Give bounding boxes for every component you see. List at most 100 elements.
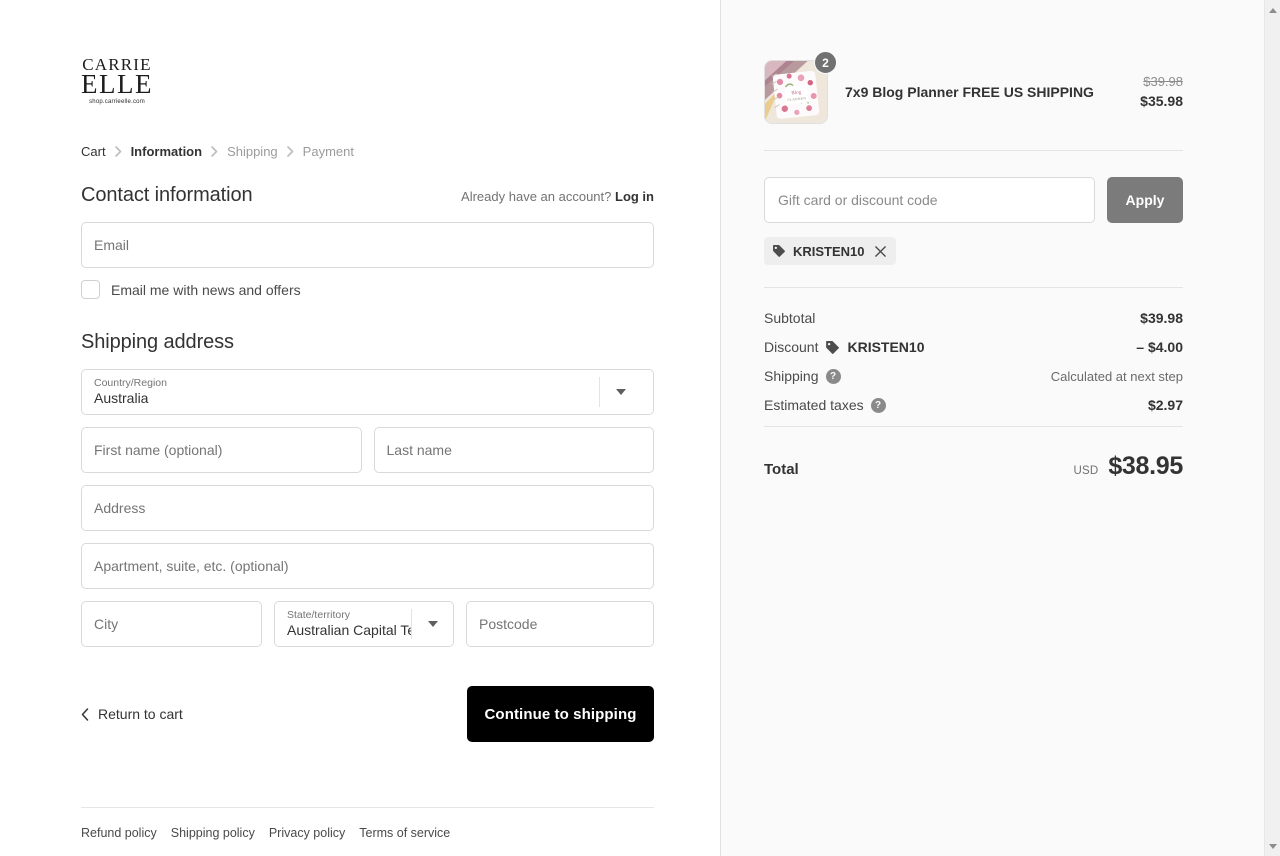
store-logo[interactable]: CARRIE ELLE shop.carrieelle.com: [81, 56, 654, 108]
line-item-discounted-price: $35.98: [1140, 93, 1183, 109]
grand-total-amount: $38.95: [1108, 452, 1183, 480]
newsletter-checkbox[interactable]: [81, 280, 100, 299]
shipping-label-group: Shipping ?: [764, 368, 841, 384]
applied-discount-chip: KRISTEN10: [764, 237, 896, 265]
chevron-down-icon[interactable]: [411, 609, 453, 639]
login-prompt-text: Already have an account?: [461, 189, 612, 204]
email-input[interactable]: [94, 237, 641, 253]
taxes-label-group: Estimated taxes ?: [764, 397, 886, 413]
discount-code-row: Apply: [764, 151, 1183, 223]
apply-discount-button[interactable]: Apply: [1107, 177, 1183, 223]
total-row-estimated-taxes: Estimated taxes ? $2.97: [764, 397, 1183, 413]
state-select-value: Australian Capital Territory: [287, 622, 411, 638]
city-state-postcode-row: State/territory Australian Capital Terri…: [81, 601, 654, 659]
form-actions: Return to cart Continue to shipping: [81, 686, 654, 742]
product-thumbnail-wrap: Blog PLANNER 2: [764, 51, 837, 124]
shipping-help-icon[interactable]: ?: [825, 368, 841, 384]
address-input[interactable]: [94, 500, 641, 516]
tag-icon: [772, 244, 786, 258]
last-name-input[interactable]: [386, 442, 641, 458]
contact-information-header: Contact information Already have an acco…: [81, 184, 654, 207]
subtotal-label: Subtotal: [764, 310, 816, 326]
footer-policy-links: Refund policy Shipping policy Privacy po…: [81, 807, 654, 840]
scrollbar-up-arrow-icon[interactable]: [1265, 2, 1280, 18]
page-scrollbar[interactable]: [1264, 0, 1280, 856]
last-name-field-wrap[interactable]: [373, 427, 654, 473]
city-input[interactable]: [94, 616, 249, 632]
return-to-cart-label: Return to cart: [98, 706, 183, 722]
scrollbar-thumb[interactable]: [1266, 18, 1280, 758]
city-field-wrap[interactable]: [81, 601, 262, 647]
first-name-field-wrap[interactable]: [81, 427, 362, 473]
order-summary-panel: Blog PLANNER 2 7x9 Blog Planner FREE US …: [720, 0, 1280, 856]
chevron-down-icon[interactable]: [599, 377, 641, 407]
footer-link-privacy-policy[interactable]: Privacy policy: [269, 826, 345, 840]
checkout-main-column: CARRIE ELLE shop.carrieelle.com Cart Inf…: [0, 0, 720, 856]
taxes-help-icon[interactable]: ?: [870, 397, 886, 413]
footer-link-shipping-policy[interactable]: Shipping policy: [171, 826, 255, 840]
shipping-address-header: Shipping address: [81, 331, 654, 354]
first-name-input[interactable]: [94, 442, 349, 458]
breadcrumb-item-payment: Payment: [302, 143, 354, 159]
applied-discount-chips: KRISTEN10: [764, 223, 1183, 265]
apartment-field-wrap[interactable]: [81, 543, 654, 589]
login-link[interactable]: Log in: [615, 189, 654, 204]
subtotal-value: $39.98: [1140, 310, 1183, 326]
continue-to-shipping-button[interactable]: Continue to shipping: [467, 686, 654, 742]
remove-discount-icon[interactable]: [874, 245, 887, 258]
line-item-original-price: $39.98: [1143, 74, 1183, 89]
chevron-right-icon: [114, 145, 122, 157]
country-select-label: Country/Region: [94, 377, 167, 389]
chevron-right-icon: [211, 145, 218, 157]
contact-information-title: Contact information: [81, 184, 253, 206]
state-select[interactable]: State/territory Australian Capital Terri…: [274, 601, 454, 647]
breadcrumb-item-cart[interactable]: Cart: [81, 144, 106, 159]
postcode-field-wrap[interactable]: [466, 601, 654, 647]
footer-link-refund-policy[interactable]: Refund policy: [81, 826, 157, 840]
total-row-discount: Discount KRISTEN10 – $4.00: [764, 339, 1183, 355]
line-item-prices: $39.98 $35.98: [1140, 73, 1183, 111]
breadcrumb: Cart Information Shipping Payment: [81, 142, 654, 160]
total-row-shipping: Shipping ? Calculated at next step: [764, 368, 1183, 384]
discount-label-group: Discount KRISTEN10: [764, 339, 925, 355]
discount-value: – $4.00: [1136, 339, 1183, 355]
discount-label: Discount: [764, 339, 819, 355]
state-select-label: State/territory: [287, 609, 351, 621]
tag-icon: [825, 340, 840, 355]
discount-code-applied: KRISTEN10: [847, 339, 925, 355]
postcode-input[interactable]: [479, 616, 641, 632]
return-to-cart-link[interactable]: Return to cart: [81, 706, 183, 722]
breadcrumb-item-shipping: Shipping: [227, 143, 278, 159]
totals-list: Subtotal $39.98 Discount KRISTEN10 – $4.…: [764, 288, 1183, 481]
taxes-label: Estimated taxes: [764, 397, 864, 413]
taxes-value: $2.97: [1147, 397, 1183, 413]
total-row-subtotal: Subtotal $39.98: [764, 310, 1183, 326]
grand-total-label: Total: [764, 461, 799, 478]
newsletter-label: Email me with news and offers: [111, 281, 301, 298]
chevron-right-icon: [286, 145, 294, 157]
footer-link-terms-of-service[interactable]: Terms of service: [359, 826, 450, 840]
scrollbar-down-arrow-icon[interactable]: [1265, 838, 1280, 854]
apartment-input[interactable]: [94, 558, 641, 574]
line-item-title: 7x9 Blog Planner FREE US SHIPPING: [845, 84, 1094, 100]
shipping-value: Calculated at next step: [1050, 368, 1183, 384]
country-select[interactable]: Country/Region Australia: [81, 369, 654, 415]
name-row: [81, 427, 654, 485]
country-select-value: Australia: [94, 390, 149, 406]
applied-discount-code: KRISTEN10: [793, 243, 865, 259]
shipping-address-title: Shipping address: [81, 331, 234, 353]
email-field-wrap[interactable]: [81, 222, 654, 268]
checkout-page: CARRIE ELLE shop.carrieelle.com Cart Inf…: [0, 0, 1280, 856]
svg-text:Blog: Blog: [791, 90, 802, 96]
newsletter-checkbox-row[interactable]: Email me with news and offers: [81, 280, 654, 299]
grand-total-amount-group: USD $38.95: [1073, 452, 1183, 481]
grand-total-row: Total USD $38.95: [764, 427, 1183, 481]
breadcrumb-item-information[interactable]: Information: [131, 144, 203, 159]
discount-code-input[interactable]: [764, 177, 1095, 223]
logo-tagline: shop.carrieelle.com: [89, 99, 145, 105]
logo-line-2: ELLE: [81, 69, 153, 99]
login-prompt: Already have an account? Log in: [461, 189, 654, 204]
line-item-quantity-badge: 2: [814, 51, 837, 74]
address-field-wrap[interactable]: [81, 485, 654, 531]
shipping-label: Shipping: [764, 368, 819, 384]
